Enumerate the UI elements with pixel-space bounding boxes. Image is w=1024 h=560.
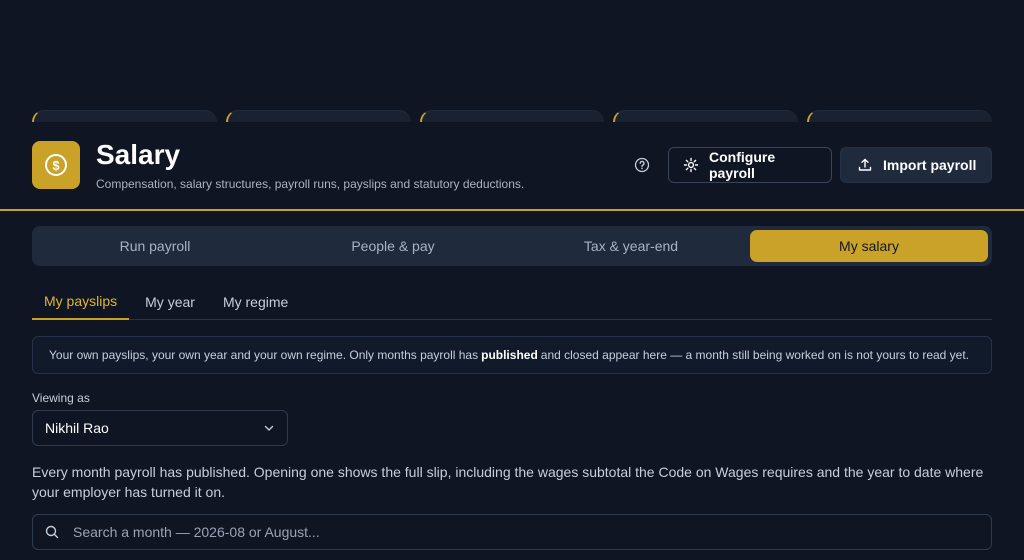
month-search-input[interactable]	[73, 524, 979, 540]
configure-payroll-label: Configure payroll	[709, 149, 776, 181]
tab-run-payroll[interactable]: Run payroll	[36, 230, 274, 262]
upload-icon	[858, 158, 872, 171]
payslips-description: Every month payroll has published. Openi…	[32, 464, 984, 500]
subtab-my-regime[interactable]: My regime	[211, 284, 300, 320]
page-title: Salary	[96, 139, 181, 170]
sub-tabs: My payslips My year My regime	[32, 284, 992, 320]
summary-card[interactable]	[613, 110, 799, 122]
svg-text:$: $	[52, 158, 60, 173]
header-divider	[0, 209, 1024, 211]
notice-text-before: Your own payslips, your own year and you…	[49, 348, 479, 362]
chevron-down-icon	[264, 425, 274, 431]
month-search[interactable]	[32, 514, 992, 550]
employee-select[interactable]: Nikhil Rao	[32, 410, 288, 446]
notice-text-after: and closed appear here — a month still b…	[540, 348, 970, 362]
dollar-coin-icon: $	[32, 141, 80, 189]
configure-payroll-button[interactable]: Configure payroll	[668, 147, 832, 183]
page-subtitle: Compensation, salary structures, payroll…	[96, 177, 525, 191]
import-payroll-button[interactable]: Import payroll	[840, 147, 992, 183]
summary-cards-strip	[32, 110, 992, 122]
import-payroll-label: Import payroll	[883, 157, 977, 173]
summary-card[interactable]	[225, 110, 411, 122]
summary-card[interactable]	[32, 110, 217, 122]
page-header: $ Salary Compensation, salary structures…	[32, 139, 992, 191]
employee-select-value: Nikhil Rao	[45, 420, 109, 436]
tab-tax-and-year-end[interactable]: Tax & year-end	[512, 230, 750, 262]
subtab-my-payslips[interactable]: My payslips	[32, 284, 130, 320]
notice-text-bold: published	[481, 348, 538, 362]
subtab-my-year[interactable]: My year	[133, 284, 207, 320]
gear-icon	[683, 157, 699, 173]
section-tabs: Run payroll People & pay Tax & year-end …	[32, 226, 992, 266]
summary-card[interactable]	[807, 110, 992, 122]
help-circle-icon[interactable]	[634, 157, 650, 173]
viewing-as-label: Viewing as	[32, 391, 90, 405]
tab-my-salary[interactable]: My salary	[750, 230, 988, 262]
info-notice: Your own payslips, your own year and you…	[32, 336, 992, 374]
summary-card[interactable]	[419, 110, 605, 122]
tab-people-and-pay[interactable]: People & pay	[274, 230, 512, 262]
search-icon	[45, 525, 59, 539]
